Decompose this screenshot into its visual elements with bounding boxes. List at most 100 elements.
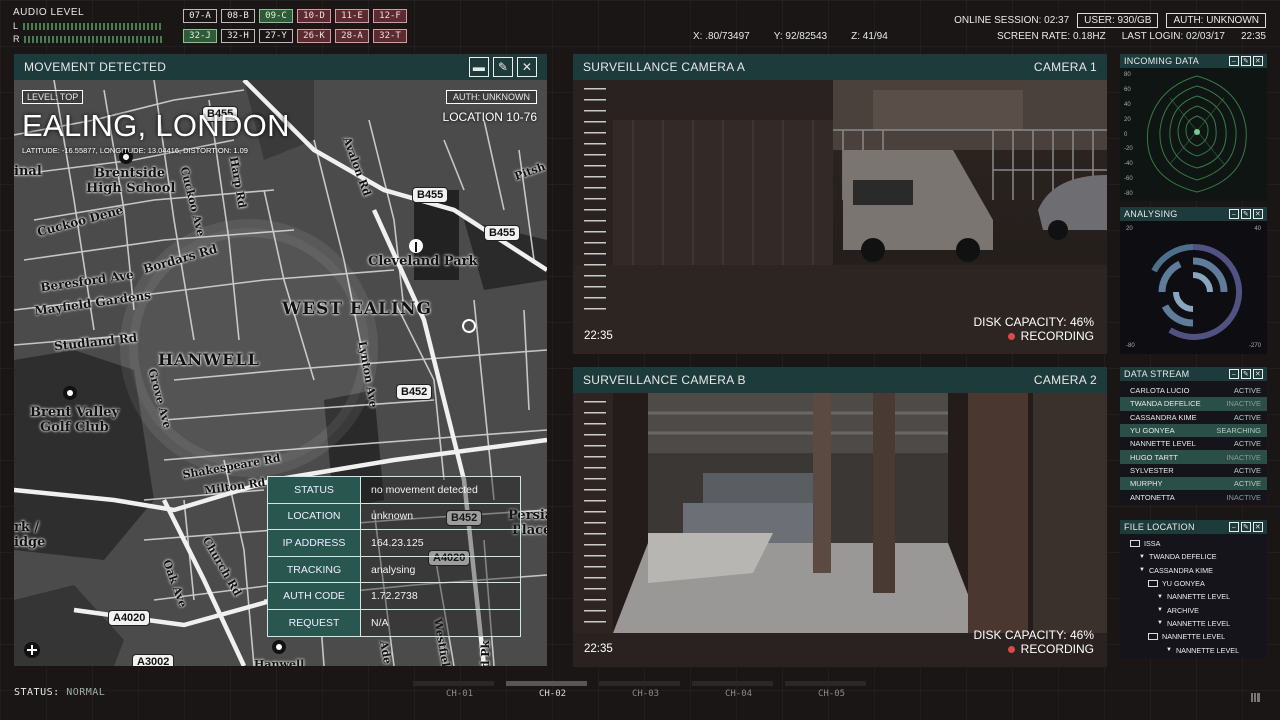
stream-name: TWANDA DEFELICE xyxy=(1130,399,1201,409)
data-stream-row[interactable]: MURPHY ACTIVE xyxy=(1120,477,1267,491)
file-tree-label: NANNETTE LEVEL xyxy=(1166,592,1231,602)
channel-code[interactable]: 10-D xyxy=(297,9,331,23)
info-value: analysing xyxy=(360,555,521,584)
info-key: AUTH CODE xyxy=(267,582,361,610)
channel-code[interactable]: 08-B xyxy=(221,9,255,23)
map-label: Golf Club xyxy=(40,420,109,435)
channel-code[interactable]: 26-K xyxy=(297,29,331,43)
tab-ch-01[interactable]: CH-01 xyxy=(413,681,506,699)
info-row: AUTH CODE 1.72.2738 xyxy=(267,582,521,610)
map-label: Hanwell xyxy=(254,658,305,666)
coord-z: Z: 41/94 xyxy=(851,31,888,42)
data-stream-title: DATA STREAM xyxy=(1124,369,1190,379)
data-stream-row[interactable]: NANNETTE LEVEL ACTIVE xyxy=(1120,437,1267,450)
info-key: IP ADDRESS xyxy=(267,529,361,557)
tab-ch-04[interactable]: CH-04 xyxy=(692,681,785,699)
road-tag: B455 xyxy=(412,187,449,203)
tracking-info-table: STATUS no movement detected LOCATION unknow… xyxy=(267,476,521,637)
data-stream-row[interactable]: YU GONYEA SEARCHING xyxy=(1120,423,1267,438)
file-tree-item[interactable]: ▼ NANNETTE LEVEL xyxy=(1124,590,1267,603)
minimize-button[interactable]: – xyxy=(1229,56,1239,66)
map-label: WEST EALING xyxy=(282,299,433,319)
file-tree-item[interactable]: ▼ NANNETTE LEVEL xyxy=(1124,643,1267,656)
minimize-button[interactable]: – xyxy=(1229,369,1239,379)
data-stream-row[interactable]: CASSANDRA KIME ACTIVE xyxy=(1120,411,1267,424)
map-label: idge xyxy=(14,535,46,550)
camera-a-rec-label: RECORDING xyxy=(1020,329,1094,343)
minimize-button[interactable]: – xyxy=(1229,522,1239,532)
close-button[interactable]: ✕ xyxy=(1253,369,1263,379)
tab-ch-05[interactable]: CH-05 xyxy=(785,681,878,699)
tab-ch-02[interactable]: CH-02 xyxy=(506,681,599,699)
channel-code[interactable]: 07-A xyxy=(183,9,217,23)
incoming-data-panel: INCOMING DATA – ✎ ✕ 80 60 40 20 0 -20 -40 -60 -8… xyxy=(1120,54,1267,201)
channel-code[interactable]: 27-Y xyxy=(259,29,293,43)
info-row: STATUS no movement detected xyxy=(267,476,521,504)
user-badge[interactable]: USER: 930/GB xyxy=(1077,13,1159,28)
channel-code[interactable]: 09-C xyxy=(259,9,293,23)
file-tree-item[interactable]: YU GONYEA xyxy=(1124,577,1267,590)
edit-button[interactable]: ✎ xyxy=(1241,56,1251,66)
data-stream-row[interactable]: ANTONETTA INACTIVE xyxy=(1120,490,1267,503)
camera-b-feed[interactable]: 22:35 DISK CAPACITY: 46% RECORDING xyxy=(573,393,1107,667)
stream-name: CASSANDRA KIME xyxy=(1130,412,1197,422)
camera-b-title: SURVEILLANCE CAMERA B xyxy=(583,373,746,387)
stream-status: INACTIVE xyxy=(1226,399,1261,409)
data-stream-row[interactable]: SYLVESTER ACTIVE xyxy=(1120,464,1267,477)
file-tree-item[interactable]: ▼ TWANDA DEFELICE xyxy=(1124,550,1267,563)
channel-code[interactable]: 32-J xyxy=(183,29,217,43)
location-code: LOCATION 10-76 xyxy=(442,110,537,124)
file-tree-label: ARCHIVE xyxy=(1166,605,1199,615)
close-button[interactable]: ✕ xyxy=(1253,522,1263,532)
stream-status: ACTIVE xyxy=(1233,479,1261,489)
file-tree-label: YU GONYEA xyxy=(1162,579,1205,589)
minimize-button[interactable]: – xyxy=(1229,209,1239,219)
edit-button[interactable]: ✎ xyxy=(1241,369,1251,379)
file-tree-item[interactable]: ▼ ARCHIVE xyxy=(1124,603,1267,616)
stream-name: CARLOTA LUCIO xyxy=(1130,386,1190,396)
level-badge: LEVEL: TOP xyxy=(22,90,84,104)
camera-b-rec-label: RECORDING xyxy=(1020,642,1094,656)
caret-down-icon: ▼ xyxy=(1139,567,1145,574)
file-tree-item[interactable]: ▼ NANNETTE LEVEL xyxy=(1124,617,1267,630)
channel-code[interactable]: 32-H xyxy=(221,29,255,43)
data-stream-row[interactable]: CARLOTA LUCIO ACTIVE xyxy=(1120,384,1267,397)
info-key: TRACKING xyxy=(267,555,361,584)
stream-name: YU GONYEA xyxy=(1130,426,1175,436)
file-tree-label: NANNETTE LEVEL xyxy=(1162,632,1226,642)
camera-a-feed[interactable]: 22:35 DISK CAPACITY: 46% RECORDING xyxy=(573,80,1107,354)
auth-badge[interactable]: AUTH: UNKNOWN xyxy=(1166,13,1266,28)
info-value: N/A xyxy=(360,608,521,637)
data-stream-row[interactable]: HUGO TARTT INACTIVE xyxy=(1120,450,1267,464)
channel-code[interactable]: 11-E xyxy=(335,9,369,23)
tab-ch-03[interactable]: CH-03 xyxy=(599,681,692,699)
info-key: LOCATION xyxy=(267,502,361,531)
stream-status: INACTIVE xyxy=(1226,492,1261,502)
info-row: LOCATION unknown xyxy=(267,502,521,531)
channel-code[interactable]: 28-A xyxy=(335,29,369,43)
map-label: Brentside xyxy=(94,166,166,181)
channel-code[interactable]: 32-T xyxy=(373,29,407,43)
file-tree-item[interactable]: ▼ CASSANDRA KIME xyxy=(1124,564,1267,577)
minimize-button[interactable]: ▬ xyxy=(469,57,489,77)
camera-a-header: SURVEILLANCE CAMERA A CAMERA 1 xyxy=(573,54,1107,80)
edit-button[interactable]: ✎ xyxy=(1241,209,1251,219)
edit-button[interactable]: ✎ xyxy=(493,57,513,77)
channel-tabs: CH-01 CH-02 CH-03 CH-04 CH-05 xyxy=(413,681,878,699)
map-label: Brent Valley xyxy=(30,405,120,420)
street-map[interactable]: inal Brentside High School Cuckoo Dene B… xyxy=(14,80,547,666)
file-tree-item[interactable]: NANNETTE LEVEL xyxy=(1124,630,1267,643)
road-tag: B455 xyxy=(484,225,521,241)
camera-b-id: CAMERA 2 xyxy=(1033,373,1097,387)
folder-icon xyxy=(1148,633,1158,641)
camera-a-title: SURVEILLANCE CAMERA A xyxy=(583,60,746,74)
file-tree-label: TWANDA DEFELICE xyxy=(1148,552,1217,562)
close-button[interactable]: ✕ xyxy=(1253,56,1263,66)
data-stream-row[interactable]: TWANDA DEFELICE INACTIVE xyxy=(1120,397,1267,411)
caret-down-icon: ▼ xyxy=(1139,553,1145,560)
close-button[interactable]: ✕ xyxy=(517,57,537,77)
edit-button[interactable]: ✎ xyxy=(1241,522,1251,532)
close-button[interactable]: ✕ xyxy=(1253,209,1263,219)
channel-code[interactable]: 12-F xyxy=(373,9,407,23)
file-tree-item[interactable]: ISSA xyxy=(1124,537,1267,550)
